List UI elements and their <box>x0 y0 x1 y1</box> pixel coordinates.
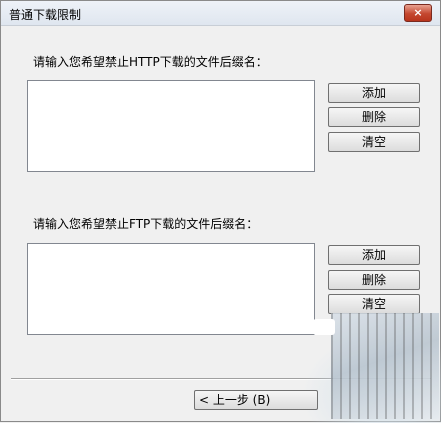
close-button[interactable]: × <box>404 4 432 22</box>
ftp-clear-button[interactable]: 清空 <box>328 294 420 314</box>
window-title: 普通下载限制 <box>9 8 82 22</box>
http-add-button[interactable]: 添加 <box>328 83 420 103</box>
ftp-extension-list[interactable] <box>27 243 315 335</box>
http-extension-list[interactable] <box>27 80 315 172</box>
title-bar: 普通下载限制 × <box>1 1 440 26</box>
ftp-add-button[interactable]: 添加 <box>328 245 420 265</box>
ftp-extension-label: 请输入您希望禁止FTP下载的文件后缀名： <box>33 217 259 231</box>
http-extension-label: 请输入您希望禁止HTTP下载的文件后缀名： <box>33 55 268 69</box>
glare-artifact <box>313 319 335 335</box>
close-icon: × <box>413 6 423 19</box>
http-clear-button[interactable]: 清空 <box>328 132 420 152</box>
back-button[interactable]: < 上一步 (B) <box>194 390 318 410</box>
decorative-image-overlay <box>331 313 439 419</box>
dialog-window: 普通下载限制 × 请输入您希望禁止HTTP下载的文件后缀名： 添加 删除 清空 … <box>0 0 441 423</box>
ftp-delete-button[interactable]: 删除 <box>328 270 420 290</box>
http-delete-button[interactable]: 删除 <box>328 107 420 127</box>
